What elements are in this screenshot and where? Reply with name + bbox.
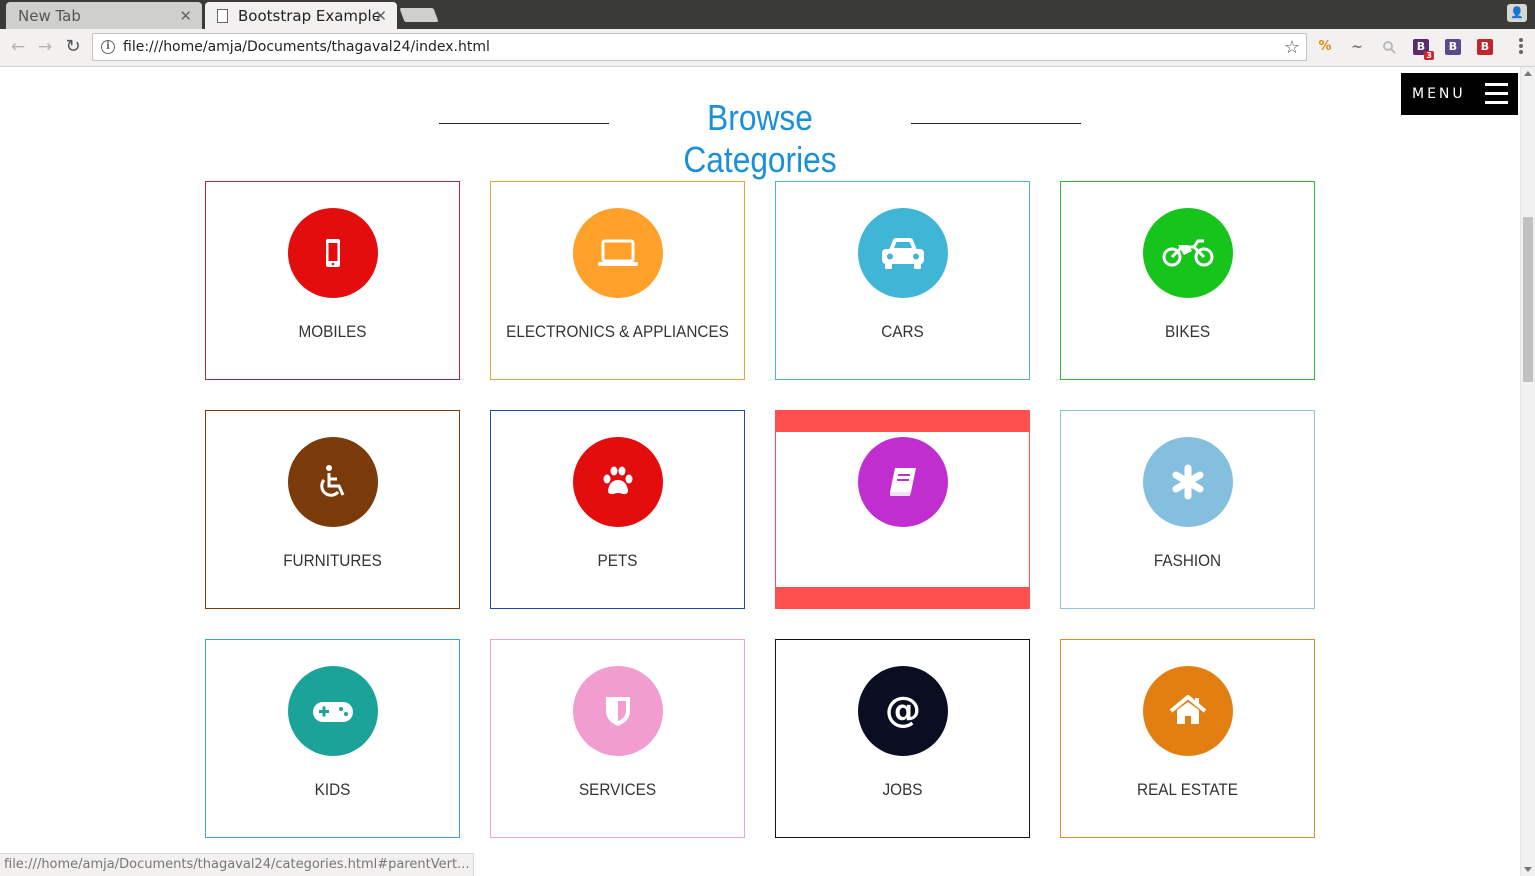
- category-icon-circle: [1143, 208, 1233, 298]
- category-label: ELECTRONICS & APPLIANCES: [506, 322, 729, 341]
- category-card-real-estate[interactable]: REAL ESTATE: [1060, 639, 1315, 838]
- category-icon-circle: [858, 437, 948, 527]
- category-label: REAL ESTATE: [1137, 780, 1238, 799]
- category-card-bikes[interactable]: BIKES: [1060, 181, 1315, 380]
- category-label: PETS: [597, 551, 638, 570]
- category-icon-circle: [1143, 666, 1233, 756]
- svg-text:@: @: [885, 691, 921, 731]
- extension-b-badge-icon[interactable]: B 3: [1413, 39, 1434, 60]
- category-card-jobs[interactable]: @ JOBS: [775, 639, 1030, 838]
- tab-new-tab[interactable]: New Tab ✕: [6, 2, 202, 29]
- asterisk-icon: [1172, 464, 1204, 500]
- extension-sale-icon[interactable]: %: [1317, 39, 1333, 55]
- category-icon-circle: [573, 208, 663, 298]
- category-icon-circle: [288, 208, 378, 298]
- category-label: JOBS: [882, 780, 923, 799]
- address-bar[interactable]: i file:///home/amja/Documents/thagaval24…: [92, 33, 1307, 61]
- category-label: FASHION: [1153, 551, 1222, 570]
- hover-band-bottom: [775, 587, 1030, 609]
- heading-divider-right: [911, 123, 1081, 124]
- link-status-bubble: file:///home/amja/Documents/thagaval24/c…: [0, 853, 475, 876]
- bookmark-star-icon[interactable]: ☆: [1284, 37, 1300, 58]
- info-icon[interactable]: i: [101, 40, 115, 54]
- home-icon: [1169, 695, 1207, 724]
- close-icon[interactable]: ✕: [179, 7, 192, 25]
- extension-tilde-icon[interactable]: ~: [1349, 39, 1365, 55]
- heading-divider-left: [439, 123, 609, 124]
- extension-b-icon[interactable]: B: [1445, 39, 1461, 55]
- close-icon[interactable]: ✕: [374, 7, 387, 25]
- extension-magnifier-icon[interactable]: [1381, 39, 1397, 55]
- motorcycle-icon: [1162, 239, 1214, 267]
- category-label: MOBILES: [298, 322, 367, 341]
- forward-arrow-icon[interactable]: →: [34, 36, 56, 58]
- page-viewport: MENU Browse Categories MOBILES ELECTRONI…: [0, 67, 1520, 876]
- category-icon-circle: [288, 666, 378, 756]
- category-icon-circle: [288, 437, 378, 527]
- document-icon: [217, 8, 228, 23]
- browser-toolbar: ← → ↻ i file:///home/amja/Documents/thag…: [0, 29, 1535, 67]
- category-card-mobiles[interactable]: MOBILES: [205, 181, 460, 380]
- new-tab-button[interactable]: [399, 8, 439, 22]
- mobile-icon: [326, 239, 340, 267]
- category-card-cars[interactable]: CARS: [775, 181, 1030, 380]
- category-card-pets[interactable]: PETS: [490, 410, 745, 609]
- category-label: SERVICES: [578, 780, 657, 799]
- scroll-up-arrow-icon[interactable]: [1524, 71, 1532, 76]
- wheelchair-icon: [320, 465, 345, 497]
- category-card-furnitures[interactable]: FURNITURES: [205, 410, 460, 609]
- url-text[interactable]: file:///home/amja/Documents/thagaval24/i…: [123, 39, 490, 55]
- scroll-down-arrow-icon[interactable]: [1524, 867, 1532, 872]
- book-icon: [890, 468, 916, 496]
- browser-tab-bar: New Tab ✕ Bootstrap Example ✕ 👤: [0, 0, 1535, 29]
- car-icon: [882, 238, 924, 269]
- tab-label: New Tab: [18, 6, 81, 25]
- category-card-electronics[interactable]: ELECTRONICS & APPLIANCES: [490, 181, 745, 380]
- laptop-icon: [598, 239, 638, 266]
- page-title: Browse Categories: [683, 97, 837, 180]
- vertical-scrollbar[interactable]: [1520, 67, 1535, 876]
- at-icon: @: [885, 691, 921, 731]
- reload-icon[interactable]: ↻: [62, 36, 84, 58]
- category-card-fashion[interactable]: FASHION: [1060, 410, 1315, 609]
- tab-label: Bootstrap Example: [238, 6, 381, 25]
- category-icon-circle: [573, 666, 663, 756]
- scrollbar-thumb[interactable]: [1523, 217, 1533, 382]
- category-icon-circle: [573, 437, 663, 527]
- category-label: CARS: [881, 322, 924, 341]
- section-heading: Browse Categories: [0, 97, 1520, 180]
- back-arrow-icon[interactable]: ←: [7, 36, 29, 58]
- extension-badge: 3: [1424, 51, 1434, 60]
- profile-icon[interactable]: 👤: [1507, 4, 1527, 22]
- extension-b-red-icon[interactable]: B: [1477, 39, 1493, 55]
- tab-bootstrap-example[interactable]: Bootstrap Example ✕: [205, 2, 397, 29]
- category-card-kids[interactable]: KIDS: [205, 639, 460, 838]
- browser-menu-icon[interactable]: [1519, 38, 1523, 56]
- paw-icon: [603, 466, 633, 495]
- category-label: KIDS: [314, 780, 351, 799]
- gamepad-icon: [313, 702, 353, 722]
- category-card-services[interactable]: SERVICES: [490, 639, 745, 838]
- category-card-books[interactable]: [775, 410, 1030, 609]
- category-icon-circle: @: [858, 666, 948, 756]
- category-label: BIKES: [1164, 322, 1211, 341]
- category-icon-circle: [1143, 437, 1233, 527]
- category-icon-circle: [858, 208, 948, 298]
- category-label: FURNITURES: [283, 551, 382, 570]
- shield-icon: [606, 697, 630, 726]
- hover-band-top: [775, 410, 1030, 432]
